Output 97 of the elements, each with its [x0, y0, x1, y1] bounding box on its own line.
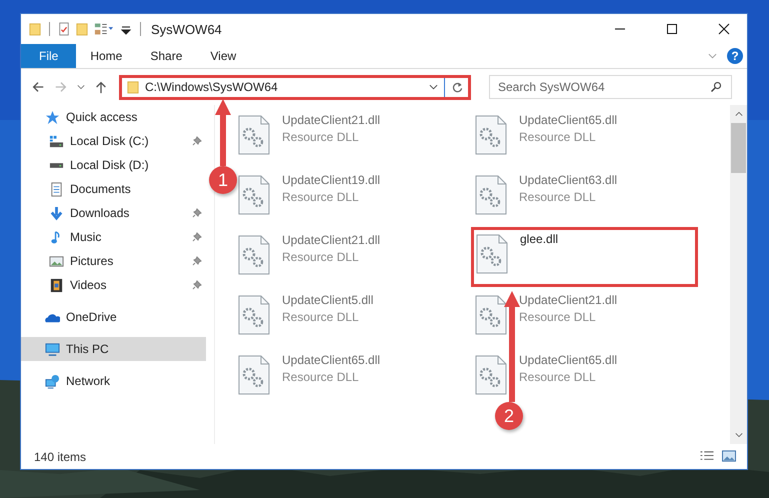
- folder-icon: [127, 79, 139, 95]
- file-name[interactable]: UpdateClient5.dll: [282, 293, 374, 307]
- ribbon-tab[interactable]: View: [196, 44, 250, 68]
- sidebar-item[interactable]: Quick access: [21, 105, 206, 129]
- file-name[interactable]: UpdateClient21.dll: [519, 293, 618, 307]
- sidebar-item[interactable]: Videos: [21, 273, 206, 297]
- file-icon[interactable]: [475, 115, 507, 155]
- file-icon[interactable]: [238, 175, 270, 215]
- scrollbar-thumb[interactable]: [731, 123, 746, 173]
- sidebar-item[interactable]: Network: [21, 369, 206, 393]
- pin-icon[interactable]: [192, 256, 202, 266]
- sidebar-item[interactable]: OneDrive: [21, 305, 206, 329]
- film-icon: [49, 278, 64, 292]
- file-name[interactable]: UpdateClient19.dll: [282, 173, 380, 187]
- folder-icon[interactable]: [29, 21, 41, 37]
- download-icon: [49, 206, 64, 220]
- document-icon: [49, 182, 64, 196]
- pin-icon[interactable]: [192, 232, 202, 242]
- file-type: Resource DLL: [519, 370, 597, 384]
- ribbon-tab[interactable]: Home: [76, 44, 136, 68]
- help-button[interactable]: ?: [727, 48, 743, 64]
- sidebar-label: Quick access: [66, 110, 138, 124]
- file-type: Resource DLL: [519, 190, 597, 204]
- file-type: Resource DLL: [282, 250, 360, 264]
- search-field[interactable]: Search SysWOW64: [489, 75, 732, 99]
- file-name[interactable]: UpdateClient65.dll: [282, 353, 380, 367]
- network-icon: [45, 374, 60, 388]
- address-path[interactable]: C:\Windows\SysWOW64: [145, 80, 278, 94]
- file-icon[interactable]: [238, 235, 270, 275]
- sidebar-label: Local Disk (D:): [70, 158, 150, 172]
- file-icon[interactable]: [238, 295, 270, 335]
- drive-icon: [49, 162, 64, 168]
- properties-icon[interactable]: [58, 21, 70, 37]
- scrollbar[interactable]: [730, 105, 747, 444]
- picture-icon: [49, 254, 64, 268]
- close-icon: [718, 23, 730, 35]
- file-name[interactable]: glee.dll: [520, 232, 558, 246]
- address-bar[interactable]: C:\Windows\SysWOW64: [119, 74, 471, 100]
- pin-icon[interactable]: [192, 136, 202, 146]
- sidebar-item[interactable]: Pictures: [21, 249, 206, 273]
- file-type: Resource DLL: [519, 310, 597, 324]
- back-icon[interactable]: [31, 80, 45, 94]
- file-type: Resource DLL: [282, 190, 360, 204]
- sidebar-label: Pictures: [70, 254, 114, 268]
- file-name[interactable]: UpdateClient65.dll: [519, 113, 618, 127]
- file-type: Resource DLL: [282, 310, 360, 324]
- forward-icon[interactable]: [54, 80, 68, 94]
- maximize-icon: [666, 23, 678, 35]
- arrow: [215, 99, 231, 166]
- pin-icon[interactable]: [192, 208, 202, 218]
- star-icon: [45, 110, 60, 124]
- expand-ribbon-icon[interactable]: [708, 53, 717, 59]
- pin-icon[interactable]: [192, 280, 202, 290]
- sidebar-item[interactable]: Documents: [21, 177, 206, 201]
- file-icon[interactable]: [476, 234, 508, 274]
- file-type: Resource DLL: [282, 370, 360, 384]
- search-icon[interactable]: [710, 81, 722, 93]
- sidebar-label: Network: [66, 374, 112, 388]
- sidebar-item[interactable]: This PC: [21, 337, 206, 361]
- dropdown-icon[interactable]: [429, 84, 438, 90]
- scroll-down-icon[interactable]: [734, 432, 742, 438]
- file-name[interactable]: UpdateClient21.dll: [282, 233, 380, 247]
- sidebar-label: Music: [70, 230, 102, 244]
- drive-icon: [49, 134, 64, 148]
- sidebar-label: OneDrive: [66, 310, 118, 324]
- file-icon[interactable]: [475, 175, 507, 215]
- new-folder-icon[interactable]: [76, 21, 88, 37]
- up-icon[interactable]: [94, 80, 108, 94]
- file-icon[interactable]: [475, 355, 507, 395]
- file-icon[interactable]: [238, 355, 270, 395]
- monitor-icon: [45, 342, 60, 356]
- file-name[interactable]: UpdateClient65.dll: [519, 353, 618, 367]
- file-type: Resource DLL: [519, 130, 597, 144]
- recent-locations-icon[interactable]: [77, 84, 85, 90]
- sidebar-label: Local Disk (C:): [70, 134, 150, 148]
- sidebar-item[interactable]: Downloads: [21, 201, 206, 225]
- ribbon-tab[interactable]: File: [21, 44, 76, 68]
- sidebar-item[interactable]: Music: [21, 225, 206, 249]
- view-options-icon[interactable]: [94, 21, 114, 37]
- sidebar-item[interactable]: Local Disk (D:): [21, 153, 206, 177]
- item-count: 140 items: [34, 450, 86, 464]
- scroll-up-icon[interactable]: [734, 111, 742, 117]
- file-name[interactable]: UpdateClient63.dll: [519, 173, 618, 187]
- file-type: Resource DLL: [282, 130, 360, 144]
- sidebar-label: This PC: [66, 342, 110, 356]
- file-name[interactable]: UpdateClient21.dll: [282, 113, 380, 127]
- refresh-icon[interactable]: [451, 80, 464, 94]
- file-icon[interactable]: [475, 295, 507, 335]
- sidebar-label: Documents: [70, 182, 132, 196]
- sidebar-label: Videos: [70, 278, 108, 292]
- file-icon[interactable]: [238, 115, 270, 155]
- sidebar-item[interactable]: Local Disk (C:): [21, 129, 206, 153]
- large-icons-view-icon[interactable]: [721, 450, 737, 463]
- details-view-icon[interactable]: [699, 450, 715, 463]
- sidebar-label: Downloads: [70, 206, 130, 220]
- ribbon-tab[interactable]: Share: [136, 44, 196, 68]
- window-title: SysWOW64: [151, 22, 222, 36]
